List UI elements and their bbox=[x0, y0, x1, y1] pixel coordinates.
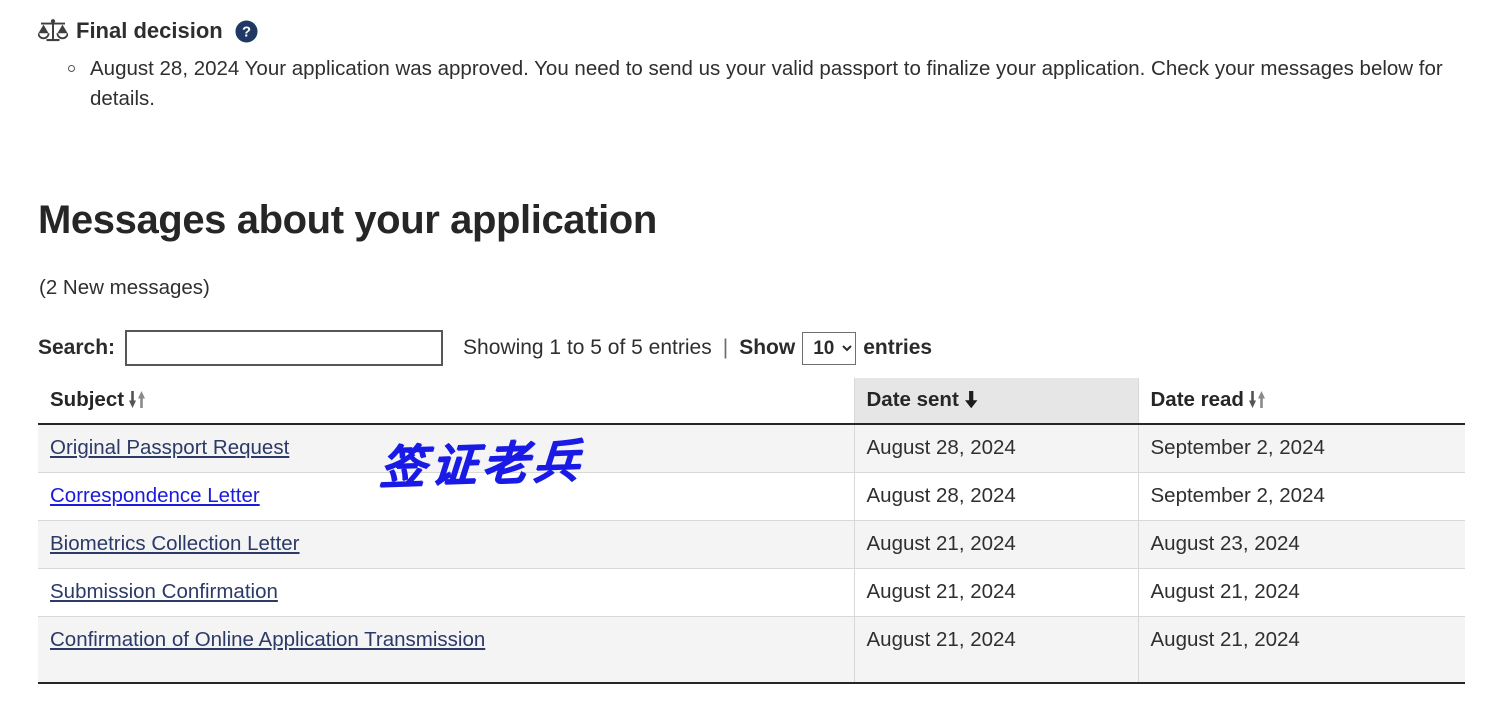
column-header-date-sent[interactable]: Date sent bbox=[854, 378, 1139, 425]
final-decision-list: August 28, 2024 Your application was app… bbox=[38, 54, 1478, 112]
message-link[interactable]: Original Passport Request bbox=[50, 436, 289, 459]
column-header-date-read[interactable]: Date read bbox=[1138, 378, 1465, 425]
cell-date-sent: August 28, 2024 bbox=[854, 472, 1139, 521]
cell-date-read: August 23, 2024 bbox=[1138, 520, 1465, 569]
column-header-subject[interactable]: Subject bbox=[38, 378, 855, 425]
column-header-date-read-label: Date read bbox=[1150, 388, 1244, 411]
help-icon[interactable]: ? bbox=[235, 20, 258, 43]
cell-subject: Correspondence Letter bbox=[38, 472, 855, 521]
show-label: Show bbox=[739, 336, 796, 359]
message-link[interactable]: Correspondence Letter bbox=[50, 484, 260, 507]
cell-date-read: August 21, 2024 bbox=[1138, 616, 1465, 684]
message-link[interactable]: Submission Confirmation bbox=[50, 580, 278, 603]
messages-table-container: Subject Date sent Date read Original Pas… bbox=[38, 378, 1465, 684]
sort-desc-icon bbox=[964, 391, 978, 409]
table-row: Biometrics Collection Letter August 21, … bbox=[38, 520, 1465, 569]
table-row: Submission Confirmation August 21, 2024 … bbox=[38, 568, 1465, 617]
cell-date-sent: August 21, 2024 bbox=[854, 568, 1139, 617]
sort-both-icon bbox=[1248, 391, 1265, 408]
cell-subject: Confirmation of Online Application Trans… bbox=[38, 616, 855, 684]
table-row: Correspondence Letter August 28, 2024 Se… bbox=[38, 472, 1465, 521]
cell-date-read: August 21, 2024 bbox=[1138, 568, 1465, 617]
scales-icon bbox=[38, 19, 68, 42]
controls-divider: | bbox=[722, 336, 729, 359]
cell-date-sent: August 21, 2024 bbox=[854, 520, 1139, 569]
column-header-subject-label: Subject bbox=[50, 388, 125, 411]
entries-label: entries bbox=[863, 336, 933, 359]
search-label: Search: bbox=[38, 336, 116, 359]
cell-date-read: September 2, 2024 bbox=[1138, 472, 1465, 521]
new-messages-count: (2 New messages) bbox=[39, 276, 210, 299]
page-length-select[interactable]: 10 bbox=[802, 331, 857, 365]
table-header-row: Subject Date sent Date read bbox=[38, 378, 1465, 425]
sort-both-icon bbox=[129, 391, 146, 408]
search-input[interactable] bbox=[125, 330, 444, 366]
message-link[interactable]: Biometrics Collection Letter bbox=[50, 532, 300, 555]
cell-subject: Original Passport Request bbox=[38, 424, 855, 473]
showing-entries-text: Showing 1 to 5 of 5 entries bbox=[463, 336, 712, 359]
final-decision-heading: Final decision ? bbox=[38, 18, 1478, 44]
cell-date-read: September 2, 2024 bbox=[1138, 424, 1465, 473]
cell-subject: Biometrics Collection Letter bbox=[38, 520, 855, 569]
message-link[interactable]: Confirmation of Online Application Trans… bbox=[50, 628, 485, 651]
table-row: Original Passport Request August 28, 202… bbox=[38, 424, 1465, 473]
table-header: Subject Date sent Date read bbox=[38, 378, 1465, 425]
cell-subject: Submission Confirmation bbox=[38, 568, 855, 617]
table-controls: Search: Showing 1 to 5 of 5 entries | Sh… bbox=[38, 325, 1478, 371]
page-title: Messages about your application bbox=[38, 198, 657, 242]
final-decision-title: Final decision bbox=[76, 18, 223, 43]
cell-date-sent: August 28, 2024 bbox=[854, 424, 1139, 473]
column-header-date-sent-label: Date sent bbox=[866, 388, 959, 411]
svg-text:?: ? bbox=[242, 24, 251, 40]
table-row: Confirmation of Online Application Trans… bbox=[38, 616, 1465, 684]
final-decision-section: Final decision ? August 28, 2024 Your ap… bbox=[38, 18, 1478, 113]
table-body: Original Passport Request August 28, 202… bbox=[38, 424, 1465, 684]
final-decision-item: August 28, 2024 Your application was app… bbox=[68, 54, 1478, 112]
messages-table: Subject Date sent Date read Original Pas… bbox=[38, 378, 1465, 684]
cell-date-sent: August 21, 2024 bbox=[854, 616, 1139, 684]
